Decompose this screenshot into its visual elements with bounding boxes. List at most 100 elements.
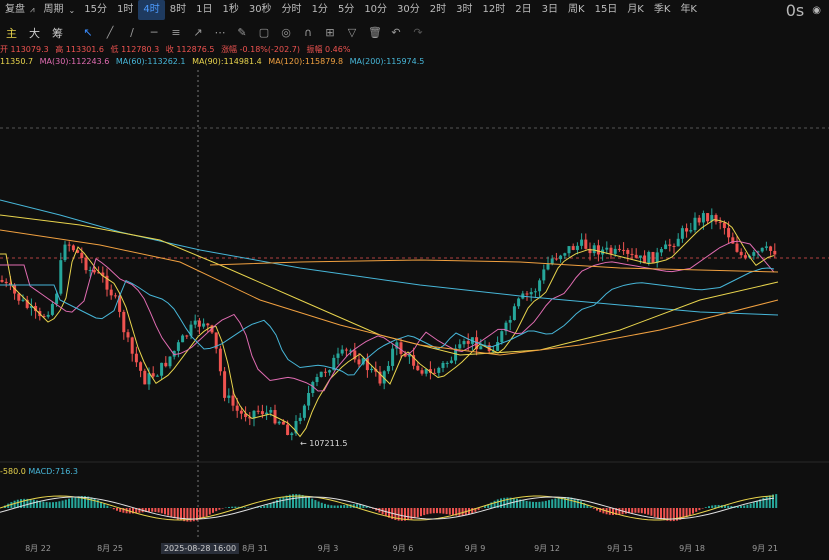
macd-bar [413,508,416,519]
candle-body [344,349,348,351]
candle-body [227,395,231,398]
candle-body [151,373,155,377]
macd-bar [71,497,74,508]
candle-body [155,375,159,377]
macd-bar [452,508,454,516]
macd-bar [516,498,518,508]
macd-bar [314,500,317,508]
candle-body [323,371,327,373]
candle-body [533,291,537,293]
macd-bar [436,508,438,514]
macd-bar [333,505,336,508]
candle-body [479,346,483,350]
x-tick: 9月 9 [464,544,486,553]
candle-body [596,245,600,255]
candle-body [567,246,571,254]
macd-bar [324,503,326,508]
macd-bar [282,496,285,508]
candle-body [664,244,668,250]
candle-body [109,289,113,296]
price-chart[interactable]: ← 107211.5 [0,0,829,560]
candle-body [445,362,449,364]
macd-bar [634,508,637,513]
macd-bar [538,501,541,508]
candle-body [651,252,655,263]
macd-bar [544,500,547,508]
candle-body [420,370,424,374]
candle-body [399,342,403,354]
candle-body [462,341,466,345]
macd-first: -580.0 [0,467,26,476]
macd-bar [631,508,634,513]
macd-bar [45,502,48,508]
candle-body [718,221,722,223]
candle-body [769,246,773,251]
macd-bar [183,508,186,522]
macd-bar [423,508,426,516]
candle-body [617,248,621,250]
macd-bar [74,496,77,508]
macd-bar [138,508,141,513]
candle-body [609,247,613,254]
macd-bar [618,508,621,515]
ma-short-line [0,219,775,438]
candle-body [735,243,739,252]
candle-body [550,258,554,264]
candle-body [319,371,323,378]
candle-body [4,281,8,284]
macd-bar [330,505,333,508]
macd-info: -580.0 MACD:716.3 [0,467,78,476]
macd-bar [90,497,93,508]
candle-body [449,360,453,363]
candle-body [706,213,710,222]
macd-bar [512,498,515,508]
macd-bar [704,507,707,508]
macd-bar [336,505,339,508]
macd-bar [458,508,461,516]
macd-bar [548,500,550,508]
macd-bar [416,508,419,518]
candle-body [764,246,768,248]
candle-body [357,359,361,365]
candle-body [697,217,701,223]
macd-bar [570,497,573,508]
candle-body [731,237,735,244]
macd-bar [429,508,432,514]
macd-bar [215,508,218,512]
macd-bar [426,508,429,515]
macd-bar [500,498,502,508]
candle-body [554,258,558,260]
candle-body [307,393,311,406]
candle-body [143,370,147,385]
macd-bar [160,508,163,514]
macd-bar [285,495,288,508]
macd-bar [461,508,464,516]
macd-bar [749,503,752,508]
macd-bar [148,508,150,512]
candle-body [416,365,420,371]
candle-body [126,332,130,338]
macd-bar [580,501,582,508]
macd-bar [263,505,266,508]
candle-body [676,238,680,247]
candle-body [727,228,731,238]
macd-bar [743,505,746,508]
candle-body [613,248,617,254]
macd-bar [432,508,435,514]
candle-body [286,424,290,436]
macd-bar [612,508,614,516]
macd-bar [279,498,282,508]
macd-bar [756,500,758,508]
macd-bar [647,508,650,515]
candle-body [197,320,201,327]
x-tick: 9月 12 [534,544,560,553]
candle-body [722,222,726,229]
candle-body [139,362,143,371]
candle-body [655,252,659,263]
macd-bar [343,505,346,508]
candle-body [164,362,168,367]
candle-body [218,348,222,372]
candle-body [743,255,747,258]
candle-body [584,239,588,249]
macd-bar [535,502,538,508]
